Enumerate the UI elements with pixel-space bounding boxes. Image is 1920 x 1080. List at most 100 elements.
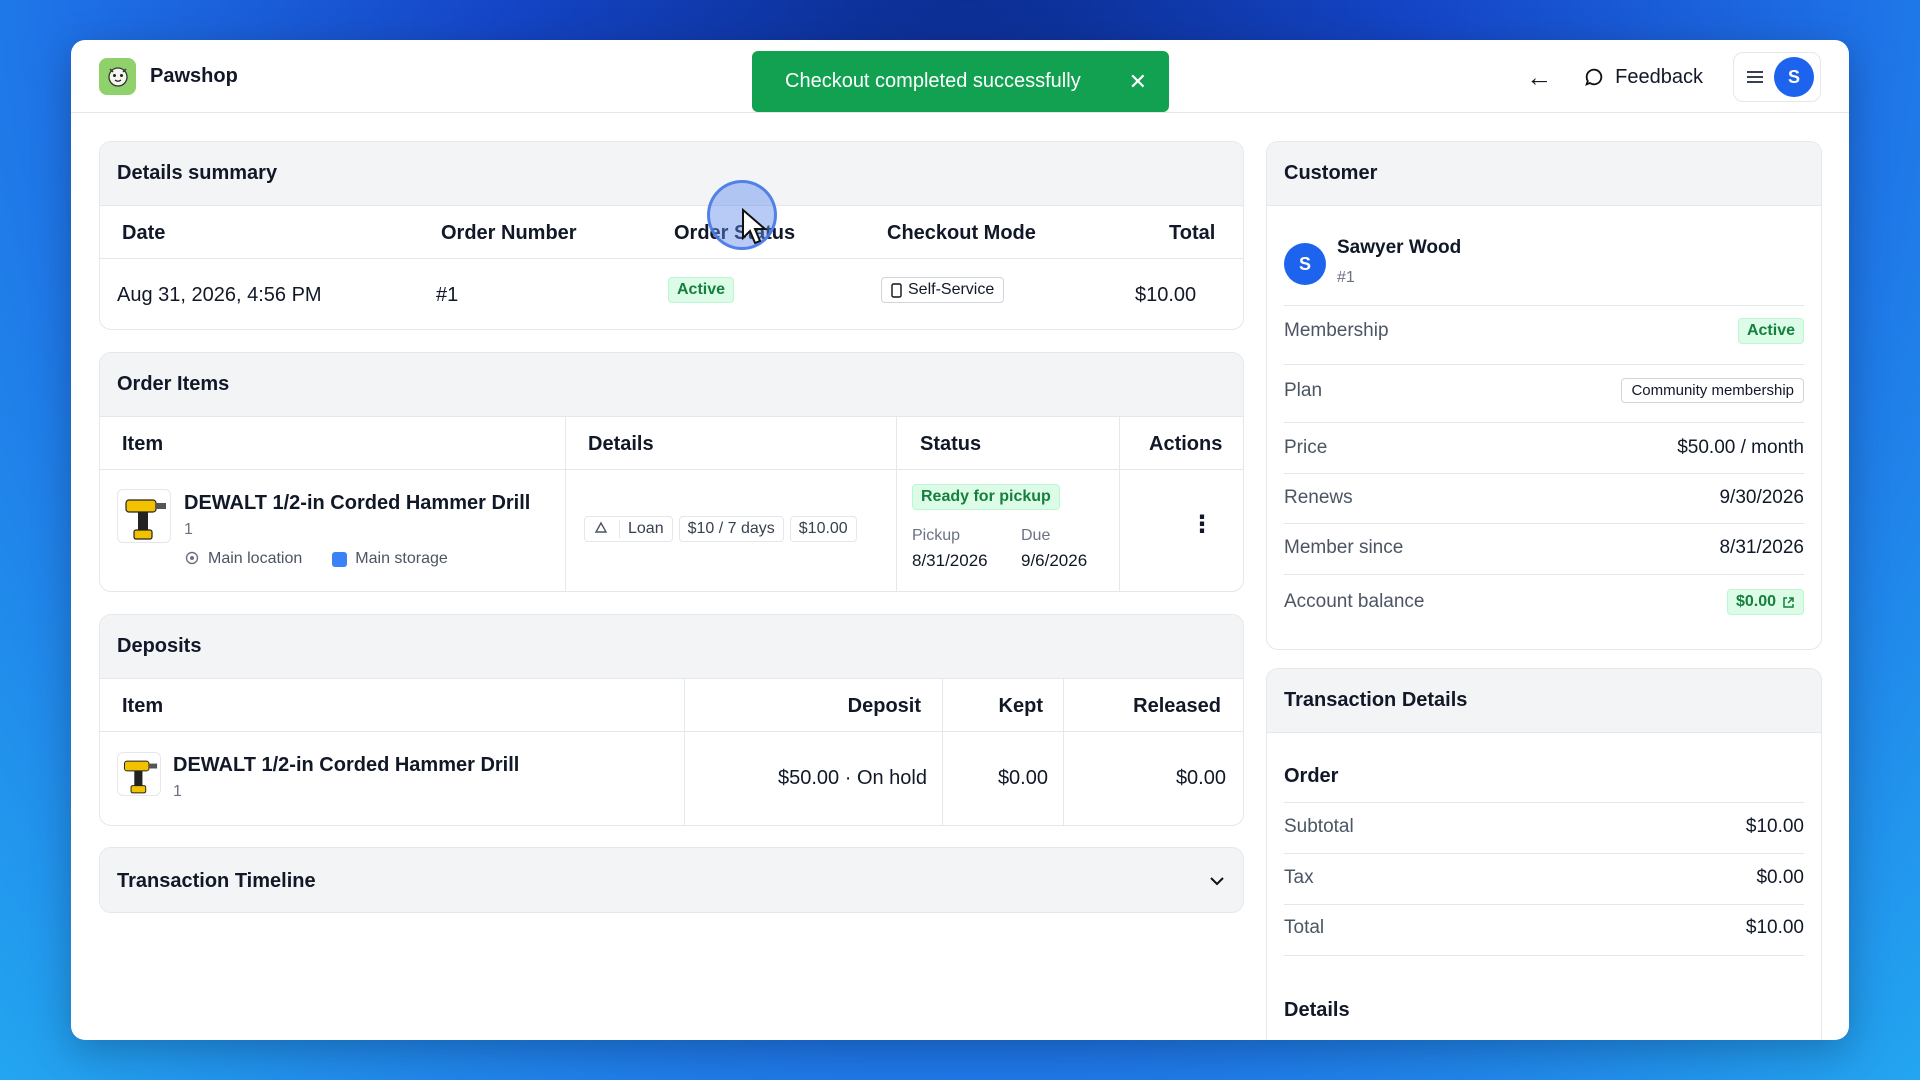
price-value: $50.00 / month — [1677, 437, 1804, 458]
item-quantity: 1 — [184, 521, 193, 538]
deposits-title: Deposits — [100, 615, 1243, 679]
divider — [1284, 473, 1804, 474]
transaction-timeline-card[interactable]: Transaction Timeline — [99, 847, 1244, 913]
subtotal-label: Subtotal — [1284, 816, 1354, 837]
recycle-icon — [594, 521, 608, 533]
column-header-kept: Kept — [998, 695, 1043, 717]
storage-label: Main storage — [355, 550, 448, 567]
loan-label: Loan — [619, 520, 664, 538]
details-summary-card: Details summary Date Order Number Order … — [99, 141, 1244, 330]
divider — [1284, 802, 1804, 803]
order-items-title: Order Items — [100, 353, 1243, 417]
pickup-label: Pickup — [912, 527, 961, 544]
column-header-checkout-mode: Checkout Mode — [887, 222, 1036, 244]
more-actions-icon[interactable]: ⋮ — [1190, 513, 1214, 537]
phone-icon — [891, 282, 902, 298]
app-window: Pawshop Checkout completed successfully … — [71, 40, 1849, 1040]
total-row: Total $10.00 — [1284, 917, 1804, 939]
avatar: S — [1774, 57, 1814, 97]
divider — [100, 731, 1243, 732]
mouse-pointer-icon — [742, 208, 768, 245]
column-divider — [1119, 417, 1120, 591]
due-label: Due — [1021, 527, 1051, 544]
divider — [1284, 422, 1804, 423]
item-location: Main location Main storage — [184, 550, 448, 568]
rate-chip: $10 / 7 days — [678, 516, 784, 542]
chevron-down-icon[interactable] — [1208, 872, 1226, 890]
column-header-details: Details — [588, 433, 654, 455]
user-menu-button[interactable]: S — [1733, 52, 1821, 102]
customer-card: Customer S Sawyer Wood #1 Membership Act… — [1266, 141, 1822, 650]
brand[interactable]: Pawshop — [99, 57, 238, 95]
column-divider — [684, 679, 685, 825]
column-header-item: Item — [122, 695, 164, 717]
details-heading: Details — [1284, 999, 1350, 1021]
status-badge: Active — [668, 277, 735, 303]
deposit-released: $0.00 — [1175, 767, 1226, 789]
account-balance-value: $0.00 — [1735, 593, 1776, 610]
chat-bubble-icon — [1585, 68, 1603, 86]
member-since-row: Member since 8/31/2026 — [1284, 537, 1804, 559]
price-label: Price — [1284, 437, 1328, 458]
column-header-released: Released — [1133, 695, 1221, 717]
account-balance-label: Account balance — [1284, 591, 1425, 612]
customer-name[interactable]: Sawyer Wood — [1337, 237, 1461, 259]
drill-thumbnail — [117, 752, 161, 796]
plan-row: Plan Community membership — [1284, 378, 1804, 403]
plan-badge: Community membership — [1621, 378, 1804, 403]
column-divider — [1063, 679, 1064, 825]
membership-row: Membership Active — [1284, 318, 1804, 344]
order-heading: Order — [1284, 765, 1339, 787]
due-date: 9/6/2026 — [1021, 551, 1088, 570]
location-pin-icon — [185, 551, 199, 565]
divider — [1284, 955, 1804, 956]
checkout-mode-label: Self-Service — [908, 281, 995, 298]
back-arrow-icon[interactable]: ← — [1521, 62, 1557, 93]
column-header-date: Date — [122, 222, 166, 244]
feedback-label: Feedback — [1615, 65, 1703, 88]
divider — [1284, 305, 1804, 306]
subtotal-value: $10.00 — [1745, 816, 1804, 837]
tax-label: Tax — [1284, 867, 1314, 888]
account-balance-badge[interactable]: $0.00 — [1726, 589, 1804, 615]
divider — [1284, 853, 1804, 854]
item-details-chips: Loan $10 / 7 days $10.00 — [584, 516, 857, 542]
column-header-status: Status — [920, 433, 982, 455]
order-date: Aug 31, 2026, 4:56 PM — [117, 284, 322, 306]
subtotal-row: Subtotal $10.00 — [1284, 816, 1804, 838]
member-since-label: Member since — [1284, 537, 1404, 558]
checkout-mode-badge: Self-Service — [881, 277, 1005, 303]
deposit-item-quantity: 1 — [173, 783, 182, 800]
close-icon[interactable]: ✕ — [1129, 69, 1147, 95]
total-value: $10.00 — [1745, 917, 1804, 938]
divider — [100, 258, 1243, 259]
location-label: Main location — [208, 550, 303, 567]
app-name: Pawshop — [150, 64, 238, 87]
order-status-cell: Active — [668, 277, 735, 303]
deposit-item-name[interactable]: DEWALT 1/2-in Corded Hammer Drill — [173, 754, 519, 777]
divider — [1284, 574, 1804, 575]
feedback-button[interactable]: Feedback — [1583, 66, 1707, 89]
ready-for-pickup-badge: Ready for pickup — [912, 484, 1060, 510]
membership-label: Membership — [1284, 320, 1389, 341]
item-status-cell: Ready for pickup — [912, 484, 1060, 510]
column-divider — [565, 417, 566, 591]
tax-value: $0.00 — [1756, 867, 1804, 888]
tax-row: Tax $0.00 — [1284, 867, 1804, 889]
transaction-timeline-header[interactable]: Transaction Timeline — [100, 848, 1243, 912]
top-bar: Pawshop Checkout completed successfully … — [71, 40, 1849, 113]
item-name[interactable]: DEWALT 1/2-in Corded Hammer Drill — [184, 492, 530, 515]
success-toast: Checkout completed successfully ✕ — [752, 51, 1169, 112]
external-link-icon — [1783, 596, 1794, 608]
column-header-total: Total — [1169, 222, 1216, 244]
toast-message: Checkout completed successfully — [785, 70, 1081, 92]
deposits-card: Deposits Item Deposit Kept Released DEWA… — [99, 614, 1244, 826]
order-number: #1 — [436, 284, 459, 306]
divider — [1284, 364, 1804, 365]
column-divider — [942, 679, 943, 825]
account-balance-row: Account balance $0.00 — [1284, 589, 1804, 615]
transaction-details-card: Transaction Details Order Subtotal $10.0… — [1266, 668, 1822, 1040]
deposit-kept: $0.00 — [997, 767, 1048, 789]
divider — [1284, 904, 1804, 905]
divider — [100, 469, 1243, 470]
